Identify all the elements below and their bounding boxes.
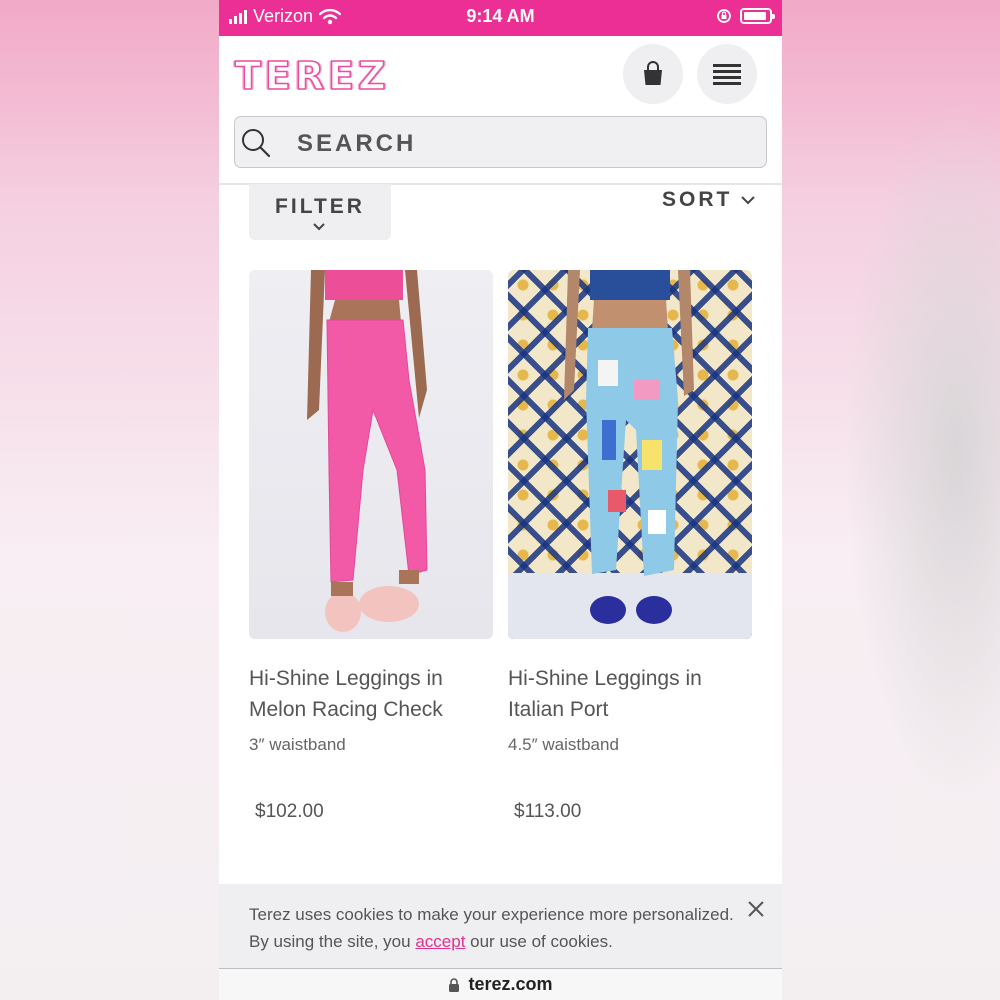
hamburger-menu-icon	[713, 64, 741, 85]
product-name[interactable]: Hi-Shine Leggings in Melon Racing Check	[249, 663, 493, 725]
status-bar: Verizon 9:14 AM	[219, 0, 782, 36]
phone-screen: Verizon 9:14 AM TEREZ SEARCH FILTER SORT…	[219, 0, 782, 1000]
italian-port-leggings-image	[564, 270, 694, 624]
product-image[interactable]	[249, 270, 493, 639]
product-image[interactable]	[508, 270, 752, 639]
search-placeholder: SEARCH	[297, 130, 417, 157]
product-name-line-1: Hi-Shine Leggings in	[249, 667, 443, 690]
site-header: TEREZ SEARCH	[219, 36, 782, 184]
filter-button[interactable]: FILTER	[249, 184, 391, 240]
status-indicators	[716, 8, 775, 24]
background-left	[0, 0, 219, 1000]
product-card[interactable]: Hi-Shine Leggings in Melon Racing Check …	[249, 270, 493, 823]
product-name-line-2: Melon Racing Check	[249, 698, 443, 721]
close-icon[interactable]	[747, 900, 765, 918]
shopping-bag-button[interactable]	[623, 44, 683, 104]
search-icon	[242, 129, 271, 158]
url-text: terez.com	[468, 974, 553, 994]
accept-cookies-link[interactable]: accept	[415, 932, 465, 951]
product-name[interactable]: Hi-Shine Leggings in Italian Port	[508, 663, 752, 725]
search-bar[interactable]: SEARCH	[234, 116, 767, 168]
cookie-text-after: our use of cookies.	[465, 932, 613, 951]
filter-label: FILTER	[275, 195, 365, 218]
product-price: $113.00	[514, 801, 582, 822]
chevron-down-icon	[741, 196, 756, 205]
pink-leggings-image	[307, 270, 428, 632]
product-card[interactable]: Hi-Shine Leggings in Italian Port 4.5″ w…	[508, 270, 752, 823]
background-right	[782, 0, 1000, 1000]
cookie-banner: Terez uses cookies to make your experien…	[219, 884, 782, 968]
cookie-message: Terez uses cookies to make your experien…	[249, 901, 749, 955]
browser-url-bar[interactable]: terez.com	[219, 968, 782, 1000]
sort-label: SORT	[662, 188, 733, 211]
sort-button[interactable]: SORT	[662, 188, 756, 212]
product-subtitle: 3″ waistband	[249, 735, 346, 754]
terez-logo[interactable]: TEREZ	[234, 53, 390, 99]
product-subtitle: 4.5″ waistband	[508, 735, 619, 754]
battery-icon	[740, 8, 775, 24]
rotation-lock-icon	[717, 9, 731, 23]
clock: 9:14 AM	[466, 6, 535, 26]
product-name-line-1: Hi-Shine Leggings in	[508, 667, 702, 690]
chevron-down-icon	[313, 223, 325, 231]
lock-icon	[449, 977, 460, 992]
battery-fill	[744, 12, 766, 20]
shopping-bag-icon	[644, 61, 662, 85]
product-price: $102.00	[255, 801, 324, 822]
product-name-line-2: Italian Port	[508, 698, 609, 721]
menu-button[interactable]	[697, 44, 757, 104]
